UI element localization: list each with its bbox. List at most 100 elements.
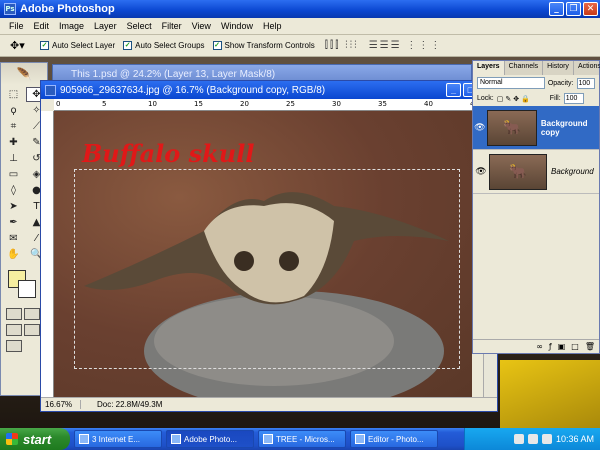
image-canvas[interactable]: Buffalo skull (54, 111, 472, 398)
opacity-input[interactable]: 100 (576, 77, 595, 89)
menu-bar: File Edit Image Layer Select Filter View… (0, 18, 600, 35)
desktop-wallpaper-area (500, 360, 600, 430)
tab-history[interactable]: History (543, 61, 574, 75)
menu-layer[interactable]: Layer (89, 21, 122, 31)
task-label: Editor - Photo... (368, 434, 424, 444)
menu-select[interactable]: Select (122, 21, 157, 31)
opacity-label: Opacity: (547, 79, 574, 87)
tab-actions[interactable]: Actions (574, 61, 600, 75)
document-size: Doc: 22.8M/49.3M (97, 400, 163, 409)
layers-palette: Layers Channels History Actions Normal O… (472, 60, 600, 354)
task-label: Adobe Photo... (184, 434, 237, 444)
internet-explorer-icon (79, 434, 89, 444)
eye-icon[interactable]: 👁 (473, 123, 487, 133)
taskbar-item-photoshop[interactable]: Adobe Photo... (166, 430, 254, 448)
show-transform-label: Show Transform Controls (224, 41, 315, 50)
blend-mode-select[interactable]: Normal (477, 77, 545, 89)
taskbar-item-editor[interactable]: Editor - Photo... (350, 430, 438, 448)
layer-row-background[interactable]: 👁 🐂 Background (473, 150, 599, 194)
ruler-tick-label: 10 (148, 100, 157, 108)
layer-thumbnail: 🐂 (489, 153, 547, 190)
taskbar-item-word[interactable]: TREE - Micros... (258, 430, 346, 448)
app-titlebar[interactable]: Ps Adobe Photoshop _ ❐ ✕ (0, 0, 600, 18)
link-layers-icon[interactable]: ∞ (536, 342, 543, 351)
system-tray: 10:36 AM (464, 428, 600, 450)
taskbar-item-internet-explorer[interactable]: 3 Internet E... (74, 430, 162, 448)
layers-footer: ∞ ƒ ▣ □ 🗑 (473, 339, 599, 353)
menu-image[interactable]: Image (54, 21, 89, 31)
minimize-button[interactable]: _ (549, 2, 564, 16)
checkbox-checked-icon: ✓ (40, 41, 49, 50)
word-icon (263, 434, 273, 444)
screen-mode-standard-button[interactable] (6, 324, 22, 336)
ruler-tick-label: 25 (286, 100, 295, 108)
zoom-level[interactable]: 16.67% (41, 400, 81, 409)
distribute-buttons-icon[interactable]: ☰☰☰ ⋮⋮⋮ (369, 40, 443, 51)
task-label: 3 Internet E... (92, 434, 141, 444)
screen-mode-full-button[interactable] (24, 324, 40, 336)
document-titlebar[interactable]: 905966_29637634.jpg @ 16.7% (Background … (41, 81, 497, 99)
vertical-ruler (41, 111, 54, 398)
background-document-title: This 1.psd @ 24.2% (Layer 13, Layer Mask… (71, 68, 276, 80)
path-select-icon[interactable]: ➤ (3, 199, 24, 214)
marquee-tool-icon[interactable]: ⬚ (3, 87, 24, 102)
quick-mask-button[interactable] (24, 308, 40, 320)
hand-tool-icon[interactable]: ✋ (3, 247, 24, 262)
app-title: Adobe Photoshop (20, 3, 115, 15)
tab-layers[interactable]: Layers (473, 61, 505, 75)
fill-input[interactable]: 100 (563, 93, 584, 104)
editor-icon (355, 434, 365, 444)
eye-icon[interactable]: 👁 (473, 167, 489, 177)
menu-view[interactable]: View (187, 21, 216, 31)
layer-row-background-copy[interactable]: 👁 🐂 Background copy (473, 106, 599, 150)
document-window: 905966_29637634.jpg @ 16.7% (Background … (40, 80, 499, 412)
ruler-tick-label: 20 (240, 100, 249, 108)
crop-tool-icon[interactable]: ⌗ (3, 119, 24, 134)
tray-network-icon[interactable] (513, 434, 524, 444)
blend-row: Normal Opacity: 100 (473, 75, 599, 91)
tray-security-icon[interactable] (541, 434, 552, 444)
tab-channels[interactable]: Channels (505, 61, 544, 75)
start-button[interactable]: start (0, 428, 70, 450)
auto-select-layer-checkbox[interactable]: ✓ Auto Select Layer (40, 41, 115, 50)
ruler-tick-label: 0 (56, 100, 61, 108)
clone-stamp-icon[interactable]: ⊥ (3, 151, 24, 166)
eraser-tool-icon[interactable]: ▭ (3, 167, 24, 182)
canvas-title-text: Buffalo skull (82, 139, 255, 168)
tray-volume-icon[interactable] (527, 434, 538, 444)
auto-select-layer-label: Auto Select Layer (52, 41, 116, 50)
doc-minimize-button[interactable]: _ (446, 83, 461, 97)
menu-help[interactable]: Help (258, 21, 287, 31)
menu-edit[interactable]: Edit (29, 21, 55, 31)
healing-brush-icon[interactable]: ✚ (3, 135, 24, 150)
restore-button[interactable]: ❐ (566, 2, 581, 16)
layer-thumbnail: 🐂 (486, 109, 537, 146)
start-label: start (23, 431, 52, 447)
new-layer-icon[interactable]: □ (571, 342, 579, 351)
layer-name: Background (551, 167, 594, 176)
ruler-tick-label: 15 (194, 100, 203, 108)
menu-file[interactable]: File (4, 21, 29, 31)
jump-to-imageready-button[interactable] (6, 340, 22, 352)
notes-tool-icon[interactable]: ✉ (3, 231, 24, 246)
move-tool-preset-icon[interactable]: ✥▾ (10, 38, 32, 54)
show-transform-checkbox[interactable]: ✓ Show Transform Controls (212, 41, 315, 50)
layer-style-icon[interactable]: ƒ (549, 342, 552, 351)
fill-label: Fill: (549, 95, 561, 102)
lasso-tool-icon[interactable]: ϙ (3, 103, 24, 118)
background-color-swatch[interactable] (18, 280, 36, 298)
align-buttons-icon[interactable]: ⫿⫿⫿ ⫶⫶⫶ (325, 40, 359, 51)
menu-filter[interactable]: Filter (157, 21, 187, 31)
auto-select-groups-checkbox[interactable]: ✓ Auto Select Groups (123, 41, 205, 50)
standard-mode-button[interactable] (6, 308, 22, 320)
lock-icons[interactable]: ▢✎✥🔒 (497, 95, 532, 103)
pen-tool-icon[interactable]: ✒ (3, 215, 24, 230)
clock[interactable]: 10:36 AM (556, 434, 594, 444)
app-window-controls: _ ❐ ✕ (549, 2, 598, 16)
blur-tool-icon[interactable]: ◊ (3, 183, 24, 198)
new-group-icon[interactable]: ▣ (558, 342, 566, 351)
delete-layer-icon[interactable]: 🗑 (585, 342, 595, 351)
ruler-tick-label: 5 (102, 100, 107, 108)
menu-window[interactable]: Window (216, 21, 258, 31)
close-button[interactable]: ✕ (583, 2, 598, 16)
